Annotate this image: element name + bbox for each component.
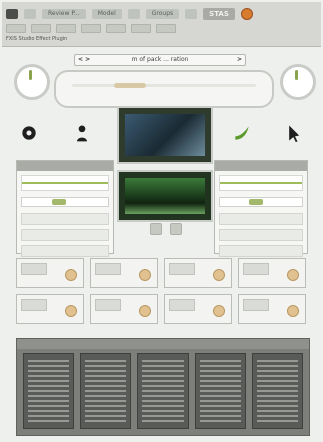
knob-icon[interactable] (65, 305, 77, 317)
right-slot-1[interactable] (219, 213, 303, 225)
control-cell[interactable] (90, 294, 158, 324)
image-content (125, 114, 205, 156)
control-cell[interactable] (90, 258, 158, 288)
left-panel (16, 160, 114, 257)
knob-icon[interactable] (213, 305, 225, 317)
knob-icon[interactable] (287, 305, 299, 317)
chip (21, 299, 47, 311)
bottom-column-2[interactable] (80, 353, 132, 429)
bottom-column-4[interactable] (194, 353, 246, 429)
leaf-icon[interactable] (231, 122, 253, 144)
toolbar-control-1[interactable] (6, 24, 26, 33)
knob-icon[interactable] (213, 269, 225, 281)
control-cell[interactable] (238, 294, 306, 324)
brand-logo: STAS (203, 8, 235, 20)
transport-slider[interactable] (72, 83, 256, 88)
left-slot-1[interactable] (21, 213, 109, 225)
nav-arrows-left[interactable]: < > (78, 55, 90, 65)
breadcrumb-text: m of pack ... ration (131, 56, 189, 63)
toolbar-control-3[interactable] (56, 24, 76, 33)
left-graph (21, 175, 109, 191)
preview-button-2[interactable] (170, 223, 182, 235)
controls-row-1 (16, 258, 306, 288)
left-slot-2[interactable] (21, 229, 109, 241)
cursor-icon[interactable] (284, 122, 306, 144)
preview-image-bottom[interactable] (117, 170, 213, 222)
controls-row-2 (16, 294, 306, 324)
status-dot-icon[interactable] (240, 8, 253, 20)
chip (169, 299, 195, 311)
knob-icon[interactable] (139, 305, 151, 317)
chip (95, 263, 121, 275)
breadcrumb[interactable]: < > m of pack ... ration > (74, 54, 246, 66)
right-slot-3[interactable] (219, 245, 303, 257)
bottom-column-1[interactable] (23, 353, 75, 429)
transport-bridge (54, 70, 274, 108)
preview-image-top[interactable] (117, 106, 213, 164)
left-slot-3[interactable] (21, 245, 109, 257)
right-panel-header (215, 161, 307, 171)
menu-item-7[interactable] (185, 9, 198, 19)
menu-item-review[interactable]: Review P... (42, 9, 86, 19)
chip (95, 299, 121, 311)
secondary-toolbar (6, 24, 176, 33)
control-cell[interactable] (16, 258, 84, 288)
toolbar-control-6[interactable] (131, 24, 151, 33)
right-dial[interactable] (280, 64, 316, 100)
menu-item-2[interactable] (24, 9, 36, 19)
bottom-columns (23, 353, 304, 429)
menu-item-model[interactable]: Model (91, 9, 122, 19)
toolbar-control-5[interactable] (106, 24, 126, 33)
app-window: Review P... Model Groups STAS FXIS Studi… (0, 0, 323, 442)
left-slider[interactable] (21, 197, 109, 207)
menu-row: Review P... Model Groups STAS (6, 8, 253, 20)
chip (243, 299, 269, 311)
control-cell[interactable] (164, 258, 232, 288)
bottom-panel (16, 338, 310, 436)
chip (169, 263, 195, 275)
image-content (125, 178, 205, 214)
top-toolbar: Review P... Model Groups STAS FXIS Studi… (2, 2, 321, 47)
plugin-subtitle: FXIS Studio Effect Plugin (6, 36, 68, 42)
left-panel-content (21, 175, 109, 257)
right-graph (219, 175, 303, 191)
knob-icon[interactable] (287, 269, 299, 281)
toolbar-control-4[interactable] (81, 24, 101, 33)
toolbar-control-2[interactable] (31, 24, 51, 33)
control-cell[interactable] (164, 294, 232, 324)
right-slot-2[interactable] (219, 229, 303, 241)
left-panel-header (17, 161, 113, 171)
nav-arrow-right[interactable]: > (237, 55, 242, 65)
left-dial[interactable] (14, 64, 50, 100)
right-slider[interactable] (219, 197, 303, 207)
chip (243, 263, 269, 275)
menu-item-groups[interactable]: Groups (145, 9, 180, 19)
control-cell[interactable] (238, 258, 306, 288)
control-cell[interactable] (16, 294, 84, 324)
menu-item-5[interactable] (127, 9, 140, 19)
header-area: < > m of pack ... ration > (14, 54, 316, 114)
bottom-column-5[interactable] (251, 353, 304, 429)
knob-icon[interactable] (65, 269, 77, 281)
preview-button-1[interactable] (150, 223, 162, 235)
preview-buttons (150, 223, 182, 235)
person-icon[interactable] (71, 122, 93, 144)
bottom-column-3[interactable] (137, 353, 189, 429)
toolbar-control-7[interactable] (156, 24, 176, 33)
right-panel-content (219, 175, 303, 257)
bottom-panel-header (17, 339, 309, 349)
record-icon[interactable] (18, 122, 40, 144)
chip (21, 263, 47, 275)
right-panel (214, 160, 308, 257)
menu-item-1[interactable] (6, 9, 18, 19)
knob-icon[interactable] (139, 269, 151, 281)
